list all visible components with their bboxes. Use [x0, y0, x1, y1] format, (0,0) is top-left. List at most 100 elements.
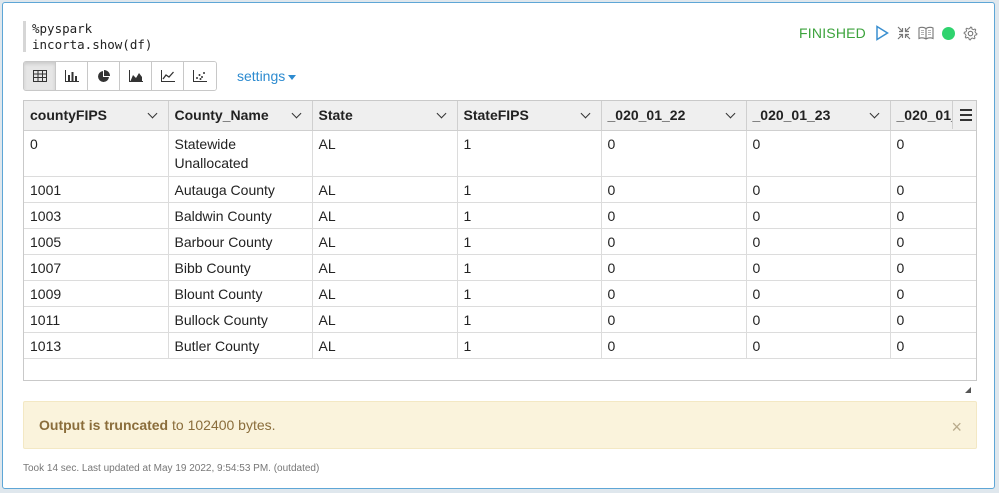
column-header[interactable]: _020_01_23: [746, 101, 891, 131]
collapse-icon: [897, 26, 911, 40]
chevron-down-icon[interactable]: [869, 108, 879, 119]
chevron-down-icon[interactable]: [291, 108, 301, 119]
table-row: 1005 Barbour County AL 1 0 0 0: [24, 228, 976, 255]
table-view-button[interactable]: [24, 62, 56, 90]
table-cell: 0: [746, 254, 891, 281]
status-label: FINISHED: [799, 25, 866, 41]
table-cell: AL: [312, 306, 458, 333]
table-cell: 1009: [24, 280, 169, 307]
table-row: 1003 Baldwin County AL 1 0 0 0: [24, 202, 976, 229]
column-header-label: _020_01_22: [607, 107, 686, 124]
table-cell: 0: [24, 130, 169, 177]
table-cell: 1: [457, 130, 602, 177]
column-header[interactable]: State: [312, 101, 458, 131]
table-cell: 1: [457, 280, 602, 307]
table-row: 1007 Bibb County AL 1 0 0 0: [24, 254, 976, 281]
column-header-label: State: [318, 107, 353, 124]
book-button[interactable]: [916, 23, 936, 43]
area-chart-icon: [128, 70, 143, 82]
settings-dropdown[interactable]: settings: [237, 68, 297, 84]
hamburger-icon: [959, 109, 972, 111]
table-cell: 0: [601, 280, 747, 307]
table-cell: Blount County: [168, 280, 313, 307]
settings-gear-button[interactable]: [960, 23, 980, 43]
kernel-status-indicator: [938, 23, 958, 43]
settings-label: settings: [237, 68, 286, 84]
column-header[interactable]: County_Name: [168, 101, 313, 131]
results-table: countyFIPS County_Name State StateFIPS _…: [23, 100, 977, 381]
table-cell: 0: [746, 306, 891, 333]
table-cell: AL: [312, 176, 458, 203]
table-cell: 1: [457, 306, 602, 333]
column-header-label: _020_01_: [896, 107, 959, 124]
table-cell: Statewide Unallocated: [168, 130, 313, 177]
collapse-button[interactable]: [894, 23, 914, 43]
bar-chart-icon: [64, 70, 79, 82]
column-header[interactable]: StateFIPS: [457, 101, 602, 131]
pie-chart-icon: [98, 69, 110, 82]
notebook-paragraph: %pyspark incorta.show(df) FINISHED setti…: [2, 2, 995, 489]
table-cell: 0: [890, 254, 976, 281]
table-cell: AL: [312, 280, 458, 307]
run-button[interactable]: [872, 23, 892, 43]
table-cell: AL: [312, 228, 458, 255]
table-row: 1011 Bullock County AL 1 0 0 0: [24, 306, 976, 333]
code-editor[interactable]: %pyspark incorta.show(df): [23, 21, 152, 52]
code-line: %pyspark: [32, 21, 93, 36]
table-cell: AL: [312, 254, 458, 281]
table-cell: 0: [601, 254, 747, 281]
table-cell: 0: [601, 228, 747, 255]
table-cell: 0: [601, 176, 747, 203]
table-cell: 0: [746, 228, 891, 255]
table-cell: 0: [890, 228, 976, 255]
run-info-footer: Took 14 sec. Last updated at May 19 2022…: [23, 463, 320, 474]
pie-chart-button[interactable]: [88, 62, 120, 90]
code-line: incorta.show(df): [32, 36, 153, 52]
table-cell: Bibb County: [168, 254, 313, 281]
table-cell: AL: [312, 332, 458, 359]
header-row: countyFIPS County_Name State StateFIPS _…: [24, 101, 976, 131]
table-cell: 0: [890, 280, 976, 307]
close-icon[interactable]: ×: [951, 418, 962, 436]
table-cell: 1: [457, 202, 602, 229]
play-icon: [876, 25, 889, 41]
table-cell: 0: [601, 306, 747, 333]
table-cell: 1003: [24, 202, 169, 229]
table-cell: 0: [746, 176, 891, 203]
chevron-down-icon[interactable]: [147, 108, 157, 119]
column-header[interactable]: _020_01_22: [601, 101, 747, 131]
table-cell: 1: [457, 228, 602, 255]
table-cell: 0: [601, 130, 747, 177]
table-row: 1013 Butler County AL 1 0 0 0: [24, 332, 976, 359]
table-cell: 1: [457, 176, 602, 203]
table-cell: 1005: [24, 228, 169, 255]
alert-bold-text: Output is truncated: [39, 417, 169, 433]
visualization-toolbar: [23, 61, 217, 91]
caret-down-icon: [288, 74, 297, 80]
table-row: 0 Statewide Unallocated AL 1 0 0 0: [24, 130, 976, 177]
book-icon: [918, 26, 934, 40]
column-header[interactable]: countyFIPS: [24, 101, 169, 131]
table-row: 1009 Blount County AL 1 0 0 0: [24, 280, 976, 307]
chevron-down-icon[interactable]: [436, 108, 446, 119]
line-chart-button[interactable]: [152, 62, 184, 90]
column-menu-button[interactable]: [952, 101, 976, 129]
chevron-down-icon[interactable]: [725, 108, 735, 119]
table-cell: 1001: [24, 176, 169, 203]
area-chart-button[interactable]: [120, 62, 152, 90]
scatter-chart-button[interactable]: [184, 62, 216, 90]
table-cell: 0: [601, 332, 747, 359]
table-cell: 0: [746, 280, 891, 307]
table-cell: 1007: [24, 254, 169, 281]
table-cell: 1011: [24, 306, 169, 333]
table-cell: 0: [890, 130, 976, 177]
resize-handle-icon[interactable]: [965, 387, 971, 393]
table-icon: [32, 70, 47, 82]
table-cell: Bullock County: [168, 306, 313, 333]
chevron-down-icon[interactable]: [580, 108, 590, 119]
table-cell: 1: [457, 254, 602, 281]
table-cell: 0: [890, 202, 976, 229]
table-cell: Autauga County: [168, 176, 313, 203]
column-header-label: countyFIPS: [30, 107, 108, 124]
bar-chart-button[interactable]: [56, 62, 88, 90]
